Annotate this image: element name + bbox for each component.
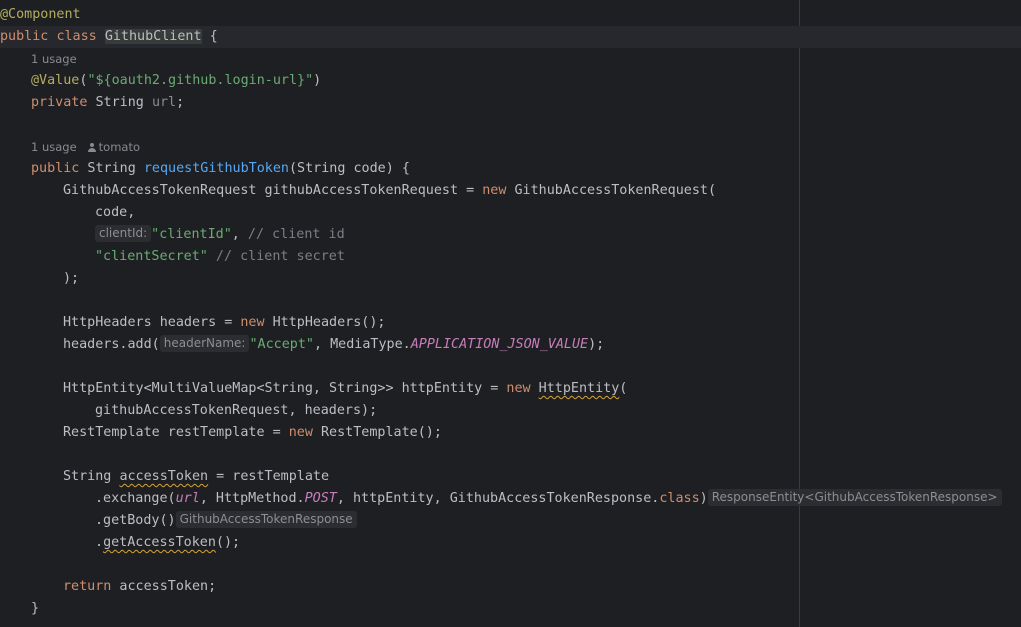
rest-decl: RestTemplate restTemplate = xyxy=(63,425,289,440)
code-line-26[interactable]: } xyxy=(31,598,39,620)
comment-client-id: // client id xyxy=(247,227,345,242)
paren: ( xyxy=(619,381,628,396)
code-line-22[interactable]: .getBody() GithubAccessTokenResponse xyxy=(95,510,357,532)
headers-ctor: HttpHeaders(); xyxy=(264,315,386,330)
value-annotation: @Value xyxy=(31,73,80,88)
return-type: String xyxy=(79,161,144,176)
req-ctor: GithubAccessTokenRequest( xyxy=(506,183,717,198)
paren: ) xyxy=(313,73,322,88)
close-args: ); xyxy=(63,271,80,286)
call-end: (); xyxy=(215,535,241,550)
code-line-11[interactable]: ); xyxy=(63,268,79,290)
method-lens[interactable]: 1 usage tomato xyxy=(31,136,140,158)
code-line-16[interactable]: HttpEntity<MultiValueMap<String, String>… xyxy=(63,378,627,400)
rest-ctor: RestTemplate(); xyxy=(312,425,442,440)
usage-count[interactable]: 1 usage xyxy=(31,52,77,66)
author-icon xyxy=(88,143,97,152)
json-const: APPLICATION_JSON_VALUE xyxy=(410,337,589,352)
code-line-2-current[interactable]: public class GithubClient { xyxy=(0,26,1021,48)
get-body-call: .getBody() xyxy=(95,513,176,528)
code-line-1[interactable]: @Component xyxy=(0,4,81,26)
code-line-14[interactable]: headers.add(headerName: "Accept", MediaTy… xyxy=(63,334,604,356)
type-hint-response: GithubAccessTokenResponse xyxy=(175,511,357,528)
arg-code: code, xyxy=(95,205,136,220)
client-id-string: "clientId" xyxy=(151,227,232,242)
mediatype: , MediaType. xyxy=(313,337,411,352)
param-hint-clientid: clientId: xyxy=(95,225,152,242)
headers-decl: HttpHeaders headers = xyxy=(63,315,241,330)
code-line-18[interactable]: RestTemplate restTemplate = new RestTemp… xyxy=(63,422,442,444)
token-assign: = restTemplate xyxy=(208,469,330,484)
kw-class: class xyxy=(659,491,700,506)
accept-string: "Accept" xyxy=(249,337,314,352)
code-line-25[interactable]: return accessToken; xyxy=(63,576,216,598)
comma: , xyxy=(231,227,248,242)
kw-private: private xyxy=(31,95,88,110)
dot: . xyxy=(95,535,104,550)
right-margin-guide xyxy=(799,0,800,627)
client-secret-string: "clientSecret" xyxy=(95,249,208,264)
kw-return: return xyxy=(63,579,112,594)
component-annotation: @Component xyxy=(0,7,81,22)
exchange-args: , httpEntity, GithubAccessTokenResponse. xyxy=(336,491,660,506)
url-field-ref: url xyxy=(175,491,200,506)
entity-args: githubAccessTokenRequest, headers); xyxy=(95,403,378,418)
comment-client-secret: // client secret xyxy=(207,249,345,264)
value-string: "${oauth2.github.login-url}" xyxy=(87,73,314,88)
token-type: String xyxy=(63,469,120,484)
raw-type-warning[interactable]: HttpEntity xyxy=(539,381,620,396)
kw-new: new xyxy=(240,315,265,330)
code-line-23[interactable]: .getAccessToken(); xyxy=(95,532,240,554)
access-token-var[interactable]: accessToken xyxy=(119,469,208,484)
usage-count[interactable]: 1 usage xyxy=(31,140,77,154)
headers-add: headers.add( xyxy=(63,337,160,352)
kw-new: new xyxy=(482,183,507,198)
kw-public: public xyxy=(0,29,49,44)
field-url[interactable]: url xyxy=(152,95,176,110)
field-usage-lens[interactable]: 1 usage xyxy=(31,48,77,70)
close-brace: } xyxy=(31,601,40,616)
code-line-17[interactable]: githubAccessTokenRequest, headers); xyxy=(95,400,377,422)
exchange-call: .exchange( xyxy=(95,491,176,506)
httpmethod: , HttpMethod. xyxy=(199,491,305,506)
code-line-20[interactable]: String accessToken = restTemplate xyxy=(63,466,329,488)
param-hint-headername: headerName: xyxy=(159,335,250,352)
return-value: accessToken; xyxy=(111,579,217,594)
code-line-6[interactable]: public String requestGithubToken(String … xyxy=(31,158,410,180)
req-decl: GithubAccessTokenRequest githubAccessTok… xyxy=(63,183,483,198)
method-name[interactable]: requestGithubToken xyxy=(144,161,289,176)
code-line-3[interactable]: @Value("${oauth2.github.login-url}") xyxy=(31,70,321,92)
class-name[interactable]: GithubClient xyxy=(104,29,202,44)
semicolon: ; xyxy=(176,95,185,110)
kw-public: public xyxy=(31,161,80,176)
code-line-13[interactable]: HttpHeaders headers = new HttpHeaders(); xyxy=(63,312,386,334)
code-line-10[interactable]: "clientSecret" // client secret xyxy=(95,246,345,268)
entity-decl: HttpEntity<MultiValueMap<String, String>… xyxy=(63,381,507,396)
code-line-4[interactable]: private String url; xyxy=(31,92,184,114)
paren: ) xyxy=(699,491,708,506)
method-params: (String code) { xyxy=(289,161,410,176)
type-hint-response-entity: ResponseEntity<GithubAccessTokenResponse… xyxy=(707,489,1002,506)
kw-new: new xyxy=(288,425,313,440)
author-name[interactable]: tomato xyxy=(99,140,140,154)
code-line-7[interactable]: GithubAccessTokenRequest githubAccessTok… xyxy=(63,180,716,202)
code-editor[interactable]: @Component public class GithubClient { 1… xyxy=(0,0,1021,627)
field-type: String xyxy=(87,95,152,110)
close-call: ); xyxy=(588,337,605,352)
code-line-8[interactable]: code, xyxy=(95,202,135,224)
post-const: POST xyxy=(304,491,337,506)
brace: { xyxy=(201,29,218,44)
kw-class: class xyxy=(56,29,97,44)
get-access-token-call[interactable]: getAccessToken xyxy=(103,535,216,550)
code-line-9[interactable]: clientId: "clientId", // client id xyxy=(95,224,345,246)
code-line-21[interactable]: .exchange(url, HttpMethod.POST, httpEnti… xyxy=(95,488,1002,510)
kw-new: new xyxy=(506,381,531,396)
